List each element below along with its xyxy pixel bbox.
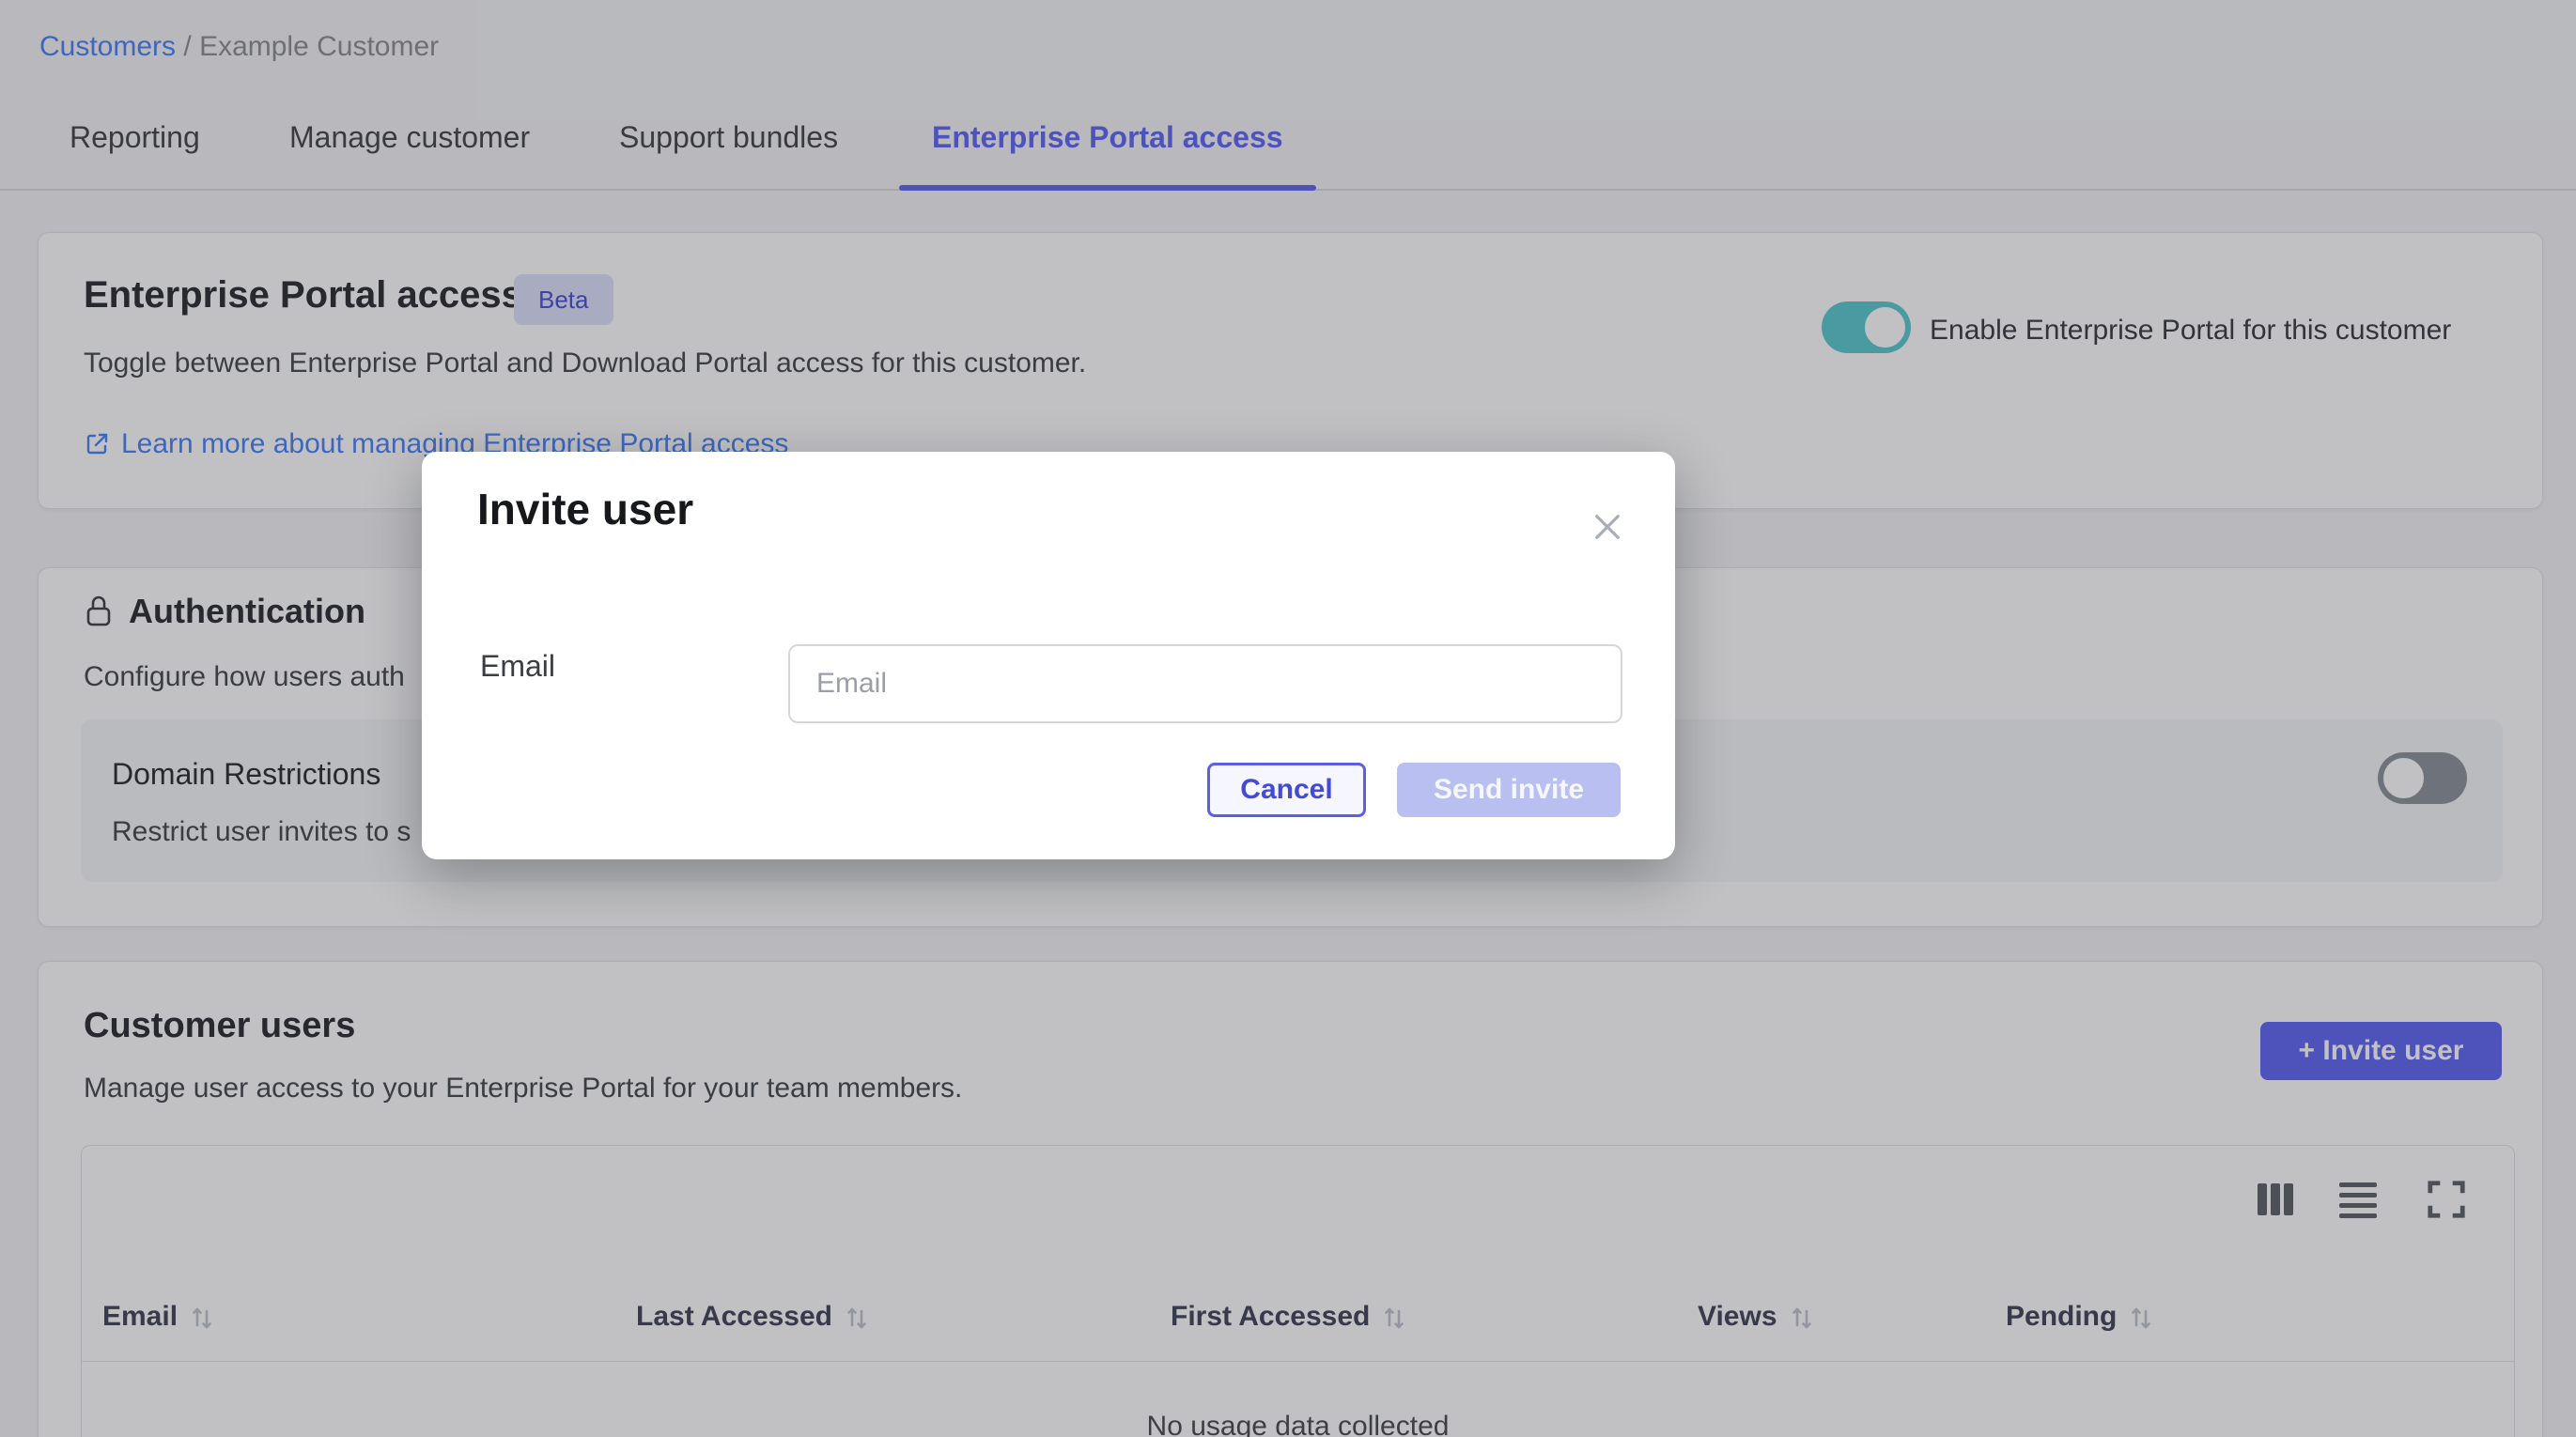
invite-user-modal: Invite user Email Cancel Send invite — [422, 452, 1675, 859]
email-input[interactable] — [788, 644, 1622, 723]
email-field-label: Email — [480, 649, 555, 684]
cancel-button[interactable]: Cancel — [1207, 763, 1366, 817]
close-icon[interactable] — [1587, 506, 1628, 548]
modal-title: Invite user — [477, 484, 693, 534]
send-invite-button[interactable]: Send invite — [1397, 763, 1621, 817]
